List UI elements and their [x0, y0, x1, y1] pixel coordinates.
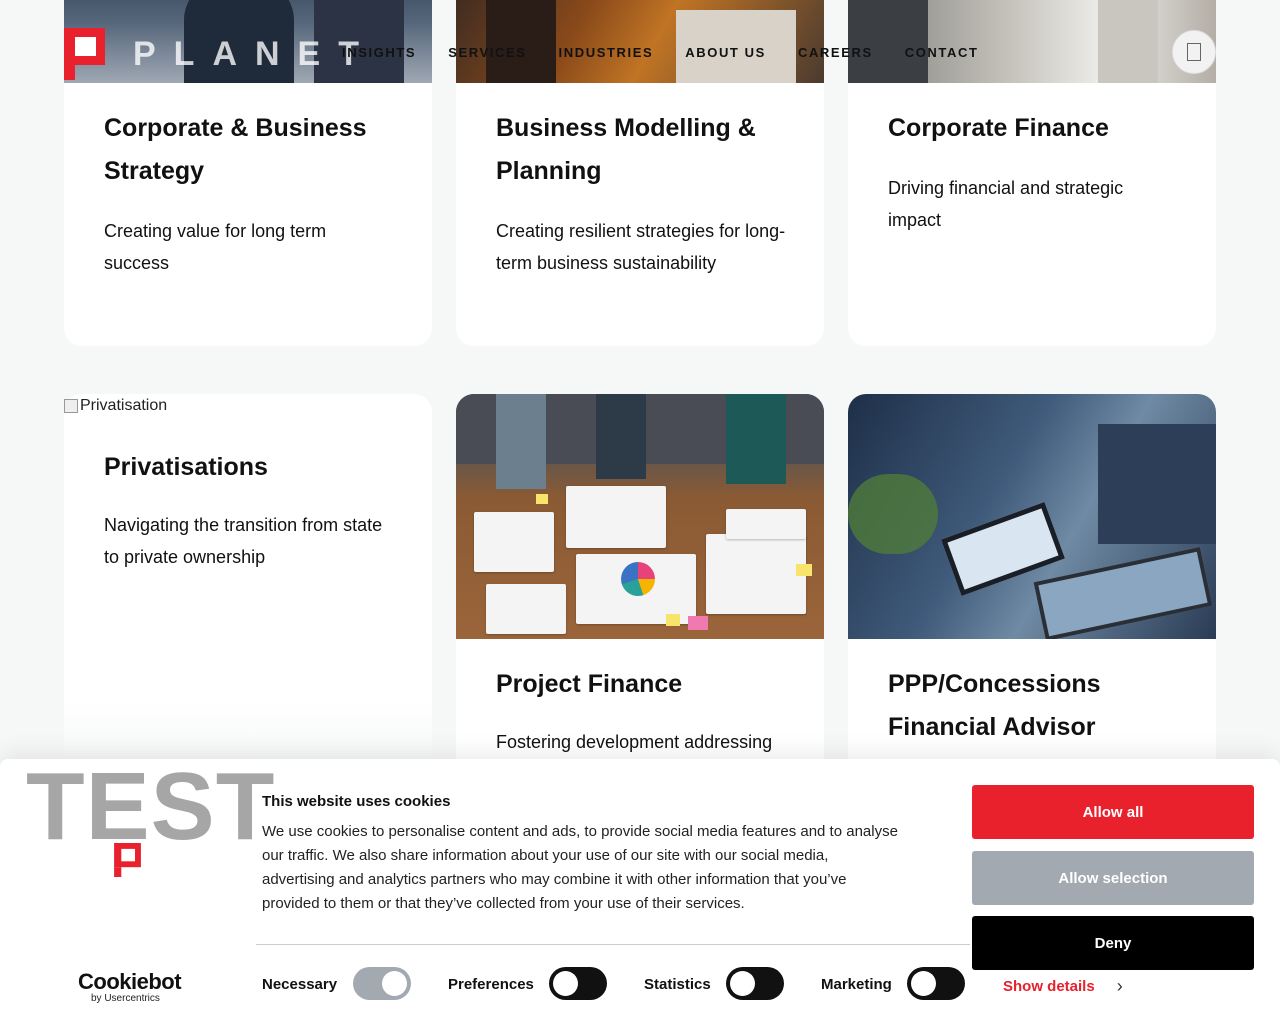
card-description: Driving financial and strategic impact: [888, 178, 1124, 230]
nav-about-us[interactable]: ABOUT US: [685, 45, 766, 60]
toggle-statistics[interactable]: [726, 967, 784, 1000]
main-nav: INSIGHTS SERVICES INDUSTRIES ABOUT US CA…: [342, 45, 1011, 60]
card-title[interactable]: PPP/Concessions Financial Advisor: [888, 663, 1176, 749]
cookie-title: This website uses cookies: [262, 793, 451, 810]
broken-image-icon: [64, 399, 78, 413]
deny-button[interactable]: Deny: [972, 916, 1254, 970]
card-description: Creating value for long term success: [104, 221, 327, 273]
card-title[interactable]: Corporate & Business Strategy: [104, 107, 392, 193]
allow-all-button[interactable]: Allow all: [972, 785, 1254, 839]
toggle-label-preferences: Preferences: [448, 976, 534, 993]
nav-services[interactable]: SERVICES: [448, 45, 526, 60]
card-description: Navigating the transition from state to …: [104, 515, 383, 567]
cookiebot-logo[interactable]: Cookiebot by Usercentrics: [78, 969, 182, 1004]
card-description: Fostering development addressing: [496, 732, 773, 752]
cookie-banner: TEST This website uses cookies We use co…: [0, 759, 1280, 1024]
card-title[interactable]: Business Modelling & Planning: [496, 107, 784, 193]
toggle-knob: [382, 971, 407, 996]
toggle-knob: [730, 971, 755, 996]
toggle-label-statistics: Statistics: [644, 976, 711, 993]
cookie-description: We use cookies to personalise content an…: [262, 823, 898, 912]
toggle-label-marketing: Marketing: [821, 976, 892, 993]
brand-logo-text: TEST: [26, 753, 276, 860]
image-alt-text: Privatisation: [80, 397, 168, 414]
menu-icon: [1187, 43, 1201, 61]
service-card-project-finance[interactable]: Project Finance Fostering development ad…: [456, 394, 824, 814]
allow-selection-button[interactable]: Allow selection: [972, 851, 1254, 905]
card-image: [848, 0, 1216, 83]
cookiebot-name: Cookiebot: [78, 969, 182, 994]
planet-logo-mark: [64, 28, 105, 80]
service-card-ppp-concessions[interactable]: PPP/Concessions Financial Advisor: [848, 394, 1216, 814]
show-details-label: Show details: [1003, 978, 1095, 995]
nav-industries[interactable]: INDUSTRIES: [559, 45, 654, 60]
planet-logo-mark: [114, 843, 141, 877]
toggle-marketing[interactable]: [907, 967, 965, 1000]
toggle-necessary[interactable]: [353, 967, 411, 1000]
toggle-knob: [911, 971, 936, 996]
card-image: [456, 394, 824, 639]
card-title[interactable]: Corporate Finance: [888, 107, 1176, 150]
show-details-link[interactable]: Show details ›: [1003, 976, 1123, 997]
site-logo[interactable]: PLANET: [64, 28, 377, 80]
logo-text: PLANET: [133, 34, 377, 73]
menu-button[interactable]: [1172, 30, 1216, 74]
card-image: [848, 394, 1216, 639]
nav-contact[interactable]: CONTACT: [905, 45, 979, 60]
card-description: Creating resilient strategies for long-t…: [496, 221, 786, 273]
chevron-right-icon: ›: [1116, 976, 1123, 996]
card-image: [456, 0, 824, 83]
toggle-label-necessary: Necessary: [262, 976, 338, 993]
divider: [256, 944, 970, 945]
card-title[interactable]: Project Finance: [496, 663, 784, 706]
card-fade-overlay: [64, 700, 432, 760]
nav-careers[interactable]: CAREERS: [798, 45, 873, 60]
privatisation-image: Privatisation: [64, 397, 167, 415]
card-title[interactable]: Privatisations: [104, 446, 392, 489]
nav-insights[interactable]: INSIGHTS: [342, 45, 416, 60]
toggle-knob: [553, 971, 578, 996]
toggle-preferences[interactable]: [549, 967, 607, 1000]
